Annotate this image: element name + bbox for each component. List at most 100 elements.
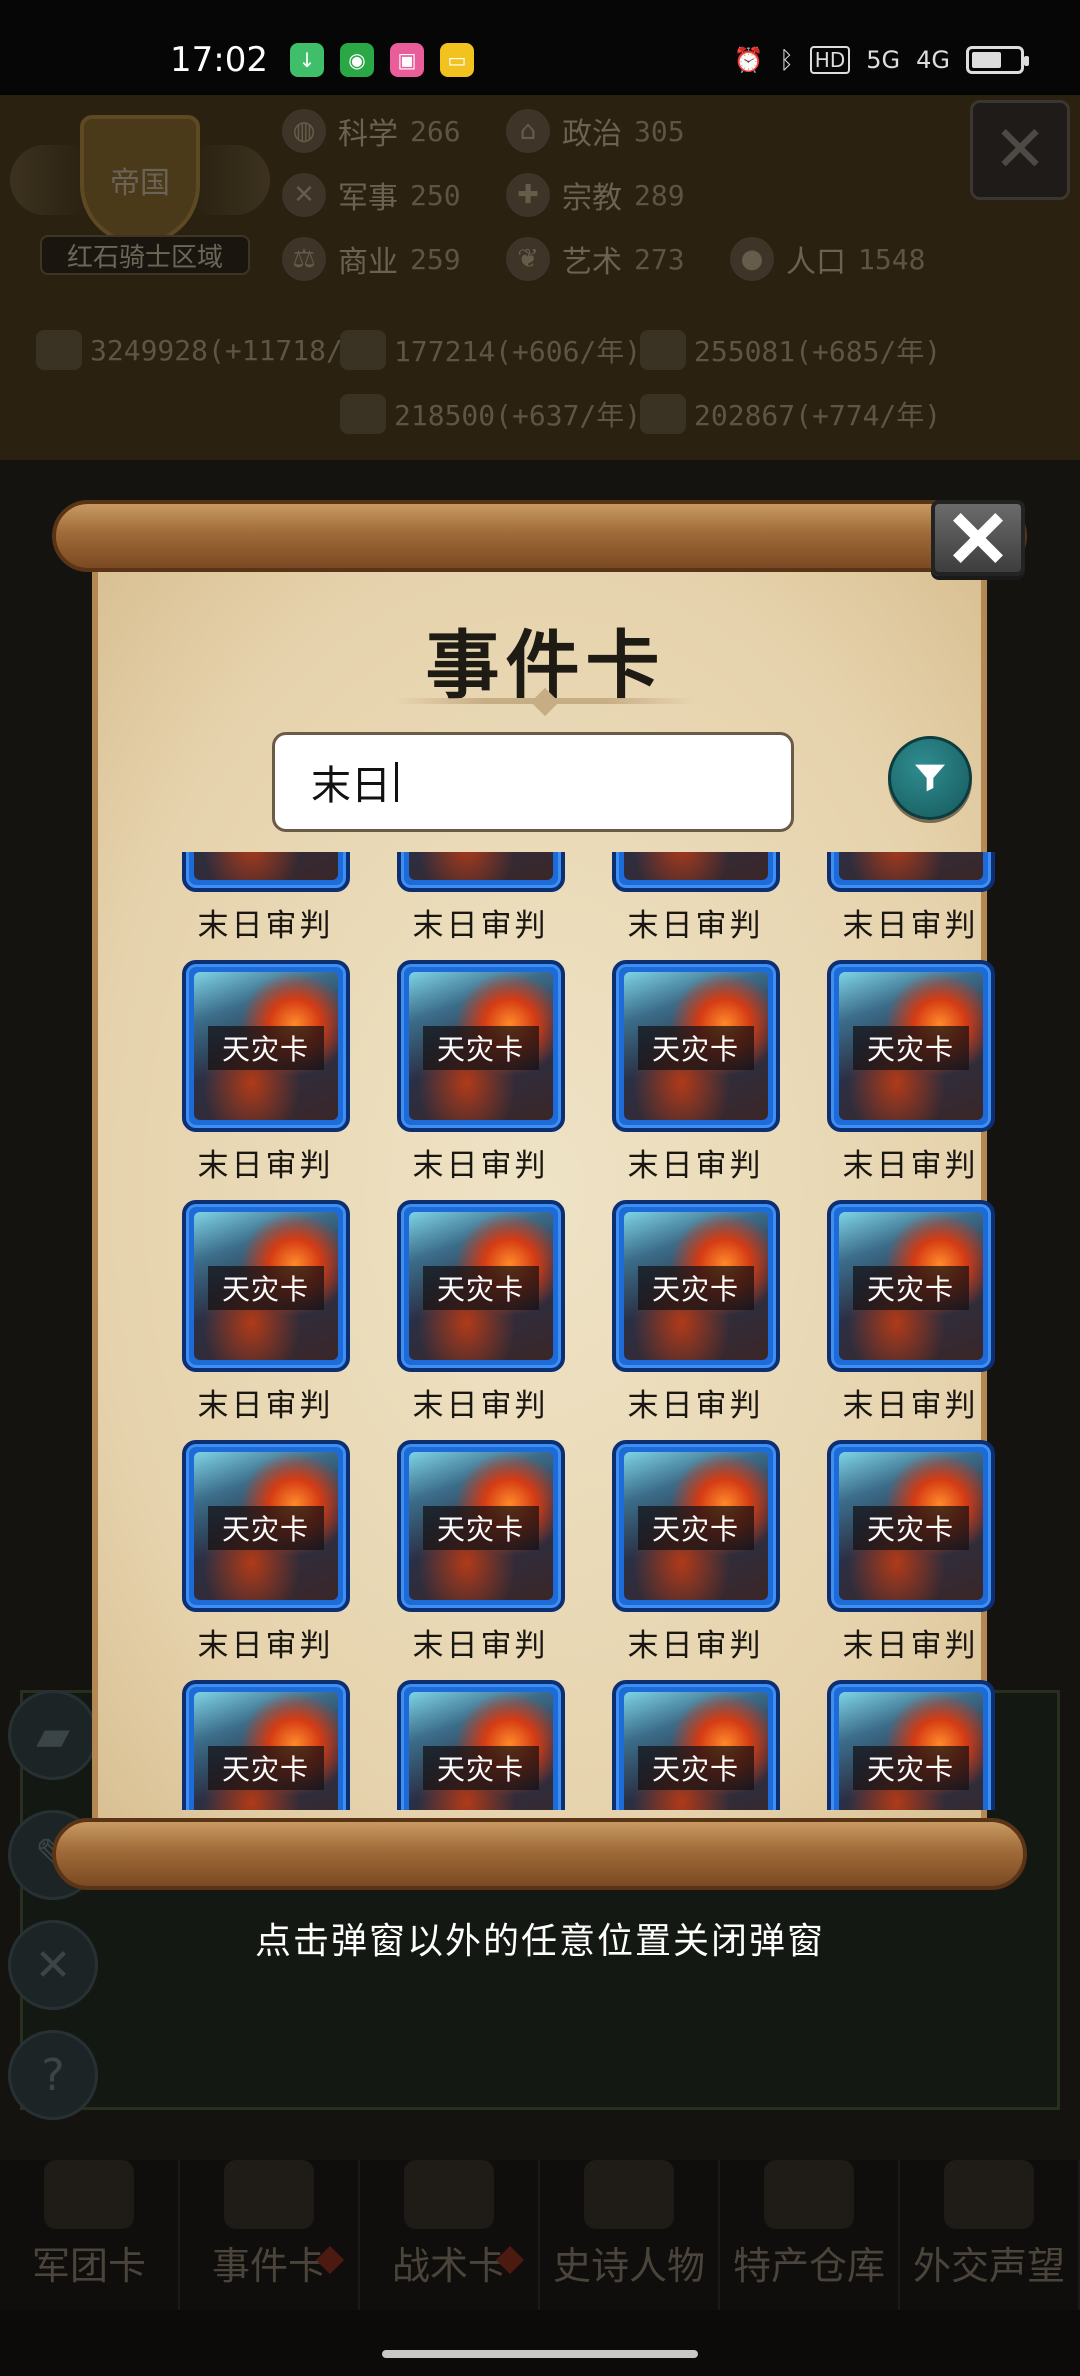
close-icon bbox=[953, 513, 1003, 563]
resource-meat: 202867(+774/年) bbox=[640, 389, 941, 439]
hd-label: HD bbox=[809, 46, 851, 74]
card-grid[interactable]: 天灾卡末日审判天灾卡末日审判天灾卡末日审判天灾卡末日审判天灾卡末日审判天灾卡末日… bbox=[158, 852, 1018, 1810]
event-card[interactable]: 天灾卡末日审判 bbox=[588, 1200, 803, 1428]
swords-icon: ✕ bbox=[282, 173, 326, 217]
signal-5g: 5G bbox=[866, 46, 901, 74]
card-type-tag: 天灾卡 bbox=[852, 1746, 969, 1790]
nav-label: 战术卡 bbox=[391, 2244, 506, 2288]
volcano-card-art: 天灾卡 bbox=[408, 972, 553, 1120]
stat-value: 266 bbox=[410, 114, 461, 148]
event-card[interactable]: 天灾卡末日审判 bbox=[158, 1440, 373, 1668]
volcano-card-art: 天灾卡 bbox=[408, 1692, 553, 1810]
card-type-tag: 天灾卡 bbox=[637, 1266, 754, 1310]
resource-stone: 218500(+637/年) bbox=[340, 389, 641, 439]
card-name: 末日审判 bbox=[412, 1628, 549, 1664]
volcano-card-art: 天灾卡 bbox=[623, 972, 768, 1120]
event-card[interactable]: 天灾卡末日审判 bbox=[803, 1680, 1018, 1810]
resource-value: 177214(+606/年) bbox=[394, 335, 642, 368]
event-card[interactable]: 天灾卡末日审判 bbox=[158, 852, 373, 948]
resource-value: 255081(+685/年) bbox=[694, 335, 942, 368]
resource-value: 202867(+774/年) bbox=[694, 399, 942, 432]
nav-epic-heroes: 史诗人物 bbox=[540, 2160, 720, 2310]
card-frame: 天灾卡 bbox=[181, 852, 350, 892]
stat-value: 305 bbox=[634, 114, 685, 148]
resource-value: 3249928(+11718/ bbox=[90, 333, 343, 367]
envelope-icon bbox=[944, 2160, 1034, 2229]
volcano-card-art: 天灾卡 bbox=[838, 1212, 983, 1360]
stat-name: 人口 bbox=[786, 245, 846, 280]
region-label: 红石骑士区域 bbox=[40, 235, 250, 275]
empire-emblem: 帝国 红石骑士区域 bbox=[10, 105, 270, 285]
resource-value: 218500(+637/年) bbox=[394, 399, 642, 432]
bilibili-icon: ▣ bbox=[389, 43, 424, 77]
event-card[interactable]: 天灾卡末日审判 bbox=[158, 1200, 373, 1428]
stat-name: 科学 bbox=[338, 117, 398, 152]
event-card[interactable]: 天灾卡末日审判 bbox=[373, 1200, 588, 1428]
help-icon: ? bbox=[8, 2030, 98, 2120]
event-card[interactable]: 天灾卡末日审判 bbox=[158, 1680, 373, 1810]
event-card[interactable]: 天灾卡末日审判 bbox=[373, 1440, 588, 1668]
event-card[interactable]: 天灾卡末日审判 bbox=[588, 852, 803, 948]
card-frame: 天灾卡 bbox=[611, 960, 780, 1132]
volcano-card-art: 天灾卡 bbox=[623, 1692, 768, 1810]
card-name: 末日审判 bbox=[197, 908, 334, 944]
stat-name: 商业 bbox=[338, 245, 398, 280]
filter-button[interactable] bbox=[888, 736, 972, 820]
search-input[interactable]: 末日 bbox=[272, 732, 794, 832]
card-type-tag: 天灾卡 bbox=[637, 1026, 754, 1070]
event-card[interactable]: 天灾卡末日审判 bbox=[373, 1680, 588, 1810]
volcano-card-art: 天灾卡 bbox=[838, 1452, 983, 1600]
card-frame: 天灾卡 bbox=[826, 1680, 995, 1810]
download-icon: ↓ bbox=[289, 43, 324, 77]
stat-politics: ⌂ 政治 305 bbox=[506, 103, 685, 159]
nav-label: 军团卡 bbox=[31, 2244, 146, 2288]
card-name: 末日审判 bbox=[412, 1388, 549, 1424]
alarm-icon: ⏰ bbox=[733, 46, 764, 74]
volcano-card-art: 天灾卡 bbox=[623, 1212, 768, 1360]
card-frame: 天灾卡 bbox=[611, 1440, 780, 1612]
event-card[interactable]: 天灾卡末日审判 bbox=[373, 960, 588, 1188]
event-card[interactable]: 天灾卡末日审判 bbox=[158, 960, 373, 1188]
event-card[interactable]: 天灾卡末日审判 bbox=[588, 1680, 803, 1810]
nav-event-cards: 事件卡 bbox=[180, 2160, 360, 2310]
nav-tactic-cards: 战术卡 bbox=[360, 2160, 540, 2310]
signal-4g: 4G bbox=[916, 46, 950, 74]
card-type-tag: 天灾卡 bbox=[637, 1506, 754, 1550]
card-type-tag: 天灾卡 bbox=[207, 1746, 324, 1790]
event-card[interactable]: 天灾卡末日审判 bbox=[803, 960, 1018, 1188]
event-card[interactable]: 天灾卡末日审判 bbox=[588, 960, 803, 1188]
event-card[interactable]: 天灾卡末日审判 bbox=[588, 1440, 803, 1668]
stat-name: 政治 bbox=[562, 117, 622, 152]
close-hint: 点击弹窗以外的任意位置关闭弹窗 bbox=[254, 1921, 825, 1962]
bottom-nav: 军团卡 事件卡 战术卡 史诗人物 特产仓库 外交声望 bbox=[0, 2160, 1080, 2310]
resource-gold: 3249928(+11718/ bbox=[36, 325, 343, 375]
home-indicator[interactable] bbox=[382, 2350, 698, 2358]
event-card[interactable]: 天灾卡末日审判 bbox=[373, 852, 588, 948]
stat-name: 宗教 bbox=[562, 181, 622, 216]
stat-commerce: ⚖ 商业 259 bbox=[282, 231, 461, 287]
nav-label: 事件卡 bbox=[211, 2244, 326, 2288]
event-card[interactable]: 天灾卡末日审判 bbox=[803, 852, 1018, 948]
person-icon: ● bbox=[730, 237, 774, 281]
stat-name: 军事 bbox=[338, 181, 398, 216]
close-button[interactable] bbox=[931, 500, 1025, 576]
card-name: 末日审判 bbox=[412, 908, 549, 944]
stat-value: 259 bbox=[410, 242, 461, 276]
stat-art: ❦ 艺术 273 bbox=[506, 231, 685, 287]
card-name: 末日审判 bbox=[842, 1388, 979, 1424]
event-card[interactable]: 天灾卡末日审判 bbox=[803, 1200, 1018, 1428]
volcano-card-art: 天灾卡 bbox=[838, 1692, 983, 1810]
card-name: 末日审判 bbox=[627, 908, 764, 944]
card-name: 末日审判 bbox=[627, 1148, 764, 1184]
card-frame: 天灾卡 bbox=[181, 960, 350, 1132]
meat-icon bbox=[640, 394, 686, 434]
volcano-card-art: 天灾卡 bbox=[193, 1452, 338, 1600]
card-frame: 天灾卡 bbox=[396, 852, 565, 892]
card-frame: 天灾卡 bbox=[611, 1200, 780, 1372]
volcano-card-art: 天灾卡 bbox=[623, 852, 768, 880]
event-card[interactable]: 天灾卡末日审判 bbox=[803, 1440, 1018, 1668]
card-frame: 天灾卡 bbox=[611, 852, 780, 892]
compass-icon bbox=[404, 2160, 494, 2229]
stat-value: 250 bbox=[410, 178, 461, 212]
nav-legion-cards: 军团卡 bbox=[0, 2160, 180, 2310]
